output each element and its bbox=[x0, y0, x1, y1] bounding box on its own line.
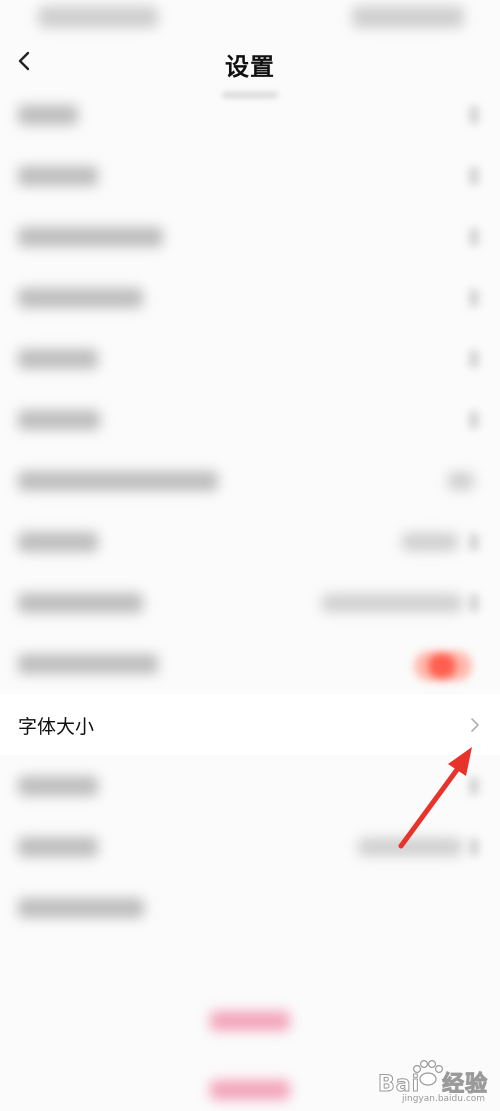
status-bar bbox=[0, 0, 500, 34]
blurred-label bbox=[18, 898, 144, 918]
blurred-label bbox=[18, 837, 98, 857]
chevron-right-icon bbox=[469, 594, 479, 612]
font-size-label: 字体大小 bbox=[18, 716, 95, 738]
chevron-right-icon bbox=[469, 838, 479, 856]
settings-row-blurred[interactable] bbox=[0, 389, 500, 450]
bottom-action-button-blurred[interactable] bbox=[210, 1080, 290, 1100]
status-bar-system-icons-blurred bbox=[352, 6, 464, 28]
blurred-value bbox=[358, 838, 462, 856]
settings-row-blurred-toggle[interactable] bbox=[0, 633, 500, 694]
chevron-right-icon bbox=[469, 411, 479, 429]
blurred-label bbox=[18, 105, 78, 125]
blurred-label bbox=[18, 593, 143, 613]
chevron-right-icon bbox=[469, 777, 479, 795]
toggle-knob bbox=[428, 653, 456, 679]
blurred-label bbox=[18, 227, 163, 247]
blurred-label bbox=[18, 288, 143, 308]
settings-row-blurred[interactable] bbox=[0, 511, 500, 572]
settings-list: 字体大小 bbox=[0, 84, 500, 938]
settings-row-blurred[interactable] bbox=[0, 84, 500, 145]
chevron-right-icon bbox=[468, 717, 482, 733]
settings-row-blurred[interactable] bbox=[0, 572, 500, 633]
watermark-url: jingyan.baidu.com bbox=[402, 1094, 486, 1104]
blurred-value bbox=[322, 594, 462, 612]
settings-row-blurred[interactable] bbox=[0, 145, 500, 206]
bottom-action-button-blurred[interactable] bbox=[210, 1011, 290, 1031]
settings-screen: 设置 字体大小 Bai 经验 jingyan.baidu.com bbox=[0, 0, 500, 1111]
settings-row-blurred[interactable] bbox=[0, 206, 500, 267]
baidu-jingyan-watermark: Bai 经验 jingyan.baidu.com bbox=[377, 1054, 494, 1104]
chevron-right-icon bbox=[469, 533, 479, 551]
blurred-value bbox=[402, 533, 458, 551]
settings-row-blurred[interactable] bbox=[0, 328, 500, 389]
settings-row-blurred[interactable] bbox=[0, 755, 500, 816]
toggle-switch[interactable] bbox=[414, 651, 472, 681]
settings-row-blurred[interactable] bbox=[0, 450, 500, 511]
chevron-right-icon bbox=[469, 228, 479, 246]
chevron-right-icon bbox=[469, 289, 479, 307]
settings-row-blurred[interactable] bbox=[0, 267, 500, 328]
blurred-label bbox=[18, 166, 98, 186]
blurred-label bbox=[18, 532, 98, 552]
chevron-right-icon bbox=[469, 350, 479, 368]
status-bar-carrier-blurred bbox=[38, 6, 158, 28]
page-title: 设置 bbox=[225, 53, 275, 81]
blurred-label bbox=[18, 349, 98, 369]
blurred-value bbox=[448, 472, 474, 490]
blurred-label bbox=[18, 776, 98, 796]
settings-row-font-size[interactable]: 字体大小 bbox=[0, 694, 500, 755]
blurred-label bbox=[18, 410, 100, 430]
settings-row-blurred[interactable] bbox=[0, 877, 500, 938]
chevron-right-icon bbox=[469, 167, 479, 185]
blurred-label bbox=[18, 654, 158, 674]
blurred-label bbox=[18, 471, 218, 491]
chevron-right-icon bbox=[469, 106, 479, 124]
settings-row-blurred[interactable] bbox=[0, 816, 500, 877]
